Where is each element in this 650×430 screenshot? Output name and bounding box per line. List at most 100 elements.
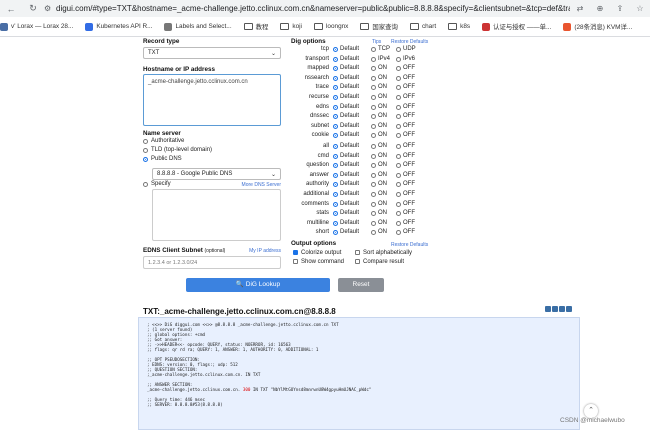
radio-icon[interactable]	[371, 85, 376, 91]
radio-icon[interactable]	[333, 220, 338, 226]
radio-icon[interactable]	[371, 220, 376, 226]
radio-icon[interactable]	[333, 163, 338, 169]
radio-icon[interactable]	[371, 172, 376, 178]
radio-icon[interactable]	[396, 211, 401, 217]
bookmark-item[interactable]: koji	[280, 23, 302, 30]
public-dns-select[interactable]: 8.8.8.8 - Google Public DNS ⌄	[152, 168, 281, 180]
nameserver-radio[interactable]: TLD (top-level domain)	[143, 147, 281, 153]
link-icon[interactable]	[552, 306, 558, 312]
radio-icon[interactable]	[333, 66, 338, 72]
tips-link[interactable]: Tips	[372, 39, 381, 45]
radio-icon[interactable]	[371, 66, 376, 72]
radio-icon[interactable]	[371, 211, 376, 217]
radio-icon[interactable]	[371, 114, 376, 120]
my-ip-link[interactable]: My IP address	[249, 248, 281, 254]
bookmark-item[interactable]: 国家查询	[360, 22, 398, 31]
radio-icon[interactable]	[371, 95, 376, 100]
address-input[interactable]: digui.com/#type=TXT&hostname=_acme-chall…	[56, 4, 570, 13]
output-restore-link[interactable]: Restore Defaults	[391, 242, 428, 248]
specify-dns-textarea[interactable]	[152, 189, 281, 241]
compare-checkbox[interactable]: Compare result	[355, 259, 404, 265]
radio-icon[interactable]	[371, 104, 376, 110]
bookmark-item[interactable]: k8s	[448, 23, 470, 30]
radio-icon[interactable]	[396, 172, 401, 178]
radio-icon[interactable]	[396, 220, 401, 226]
radio-icon[interactable]	[371, 133, 376, 139]
radio-icon[interactable]	[333, 114, 338, 120]
dig-lookup-button[interactable]: 🔍 DiG Lookup	[186, 278, 330, 292]
colorize-checkbox[interactable]: Colorize output	[293, 250, 341, 256]
radio-icon[interactable]	[333, 201, 338, 207]
print-icon[interactable]	[566, 306, 572, 312]
radio-icon[interactable]	[371, 47, 376, 52]
radio-icon[interactable]	[396, 230, 401, 236]
radio-icon[interactable]	[371, 75, 376, 81]
restore-defaults-link[interactable]: Restore Defaults	[391, 39, 428, 45]
radio-icon[interactable]	[371, 56, 376, 62]
translate-icon[interactable]: ⇄	[570, 4, 590, 13]
radio-icon[interactable]	[396, 182, 401, 188]
radio-icon[interactable]	[371, 123, 376, 129]
share-icon[interactable]: ⇪	[610, 4, 630, 13]
bookmark-item[interactable]: loongnx	[313, 23, 348, 30]
radio-icon[interactable]	[396, 144, 401, 149]
radio-icon[interactable]	[396, 95, 401, 100]
radio-icon[interactable]	[333, 75, 338, 81]
bookmark-item[interactable]: 认证与授权 ——单...	[482, 22, 551, 31]
radio-icon[interactable]	[333, 95, 338, 100]
radio-icon[interactable]	[333, 153, 338, 159]
radio-icon[interactable]	[396, 133, 401, 139]
radio-icon[interactable]	[371, 163, 376, 169]
back-icon[interactable]: ←	[0, 4, 22, 14]
radio-icon[interactable]	[396, 66, 401, 72]
copy-icon[interactable]	[545, 306, 551, 312]
more-dns-link[interactable]: More DNS Server	[242, 182, 281, 188]
radio-icon[interactable]	[396, 192, 401, 197]
radio-icon[interactable]	[396, 114, 401, 120]
bookmark-item[interactable]: Kubernetes API R...	[85, 22, 152, 31]
radio-icon[interactable]	[396, 47, 401, 52]
radio-icon[interactable]	[333, 85, 338, 91]
radio-icon[interactable]	[333, 47, 338, 52]
bookmark-item[interactable]: v' Lorax — Lorax 28...	[0, 22, 73, 31]
email-icon[interactable]	[559, 306, 565, 312]
radio-icon[interactable]	[333, 144, 338, 149]
reload-icon[interactable]: ↻	[22, 3, 44, 14]
radio-icon[interactable]	[333, 104, 338, 110]
radio-icon[interactable]	[333, 56, 338, 62]
radio-icon[interactable]	[333, 123, 338, 129]
specify-radio[interactable]: Specify	[143, 181, 171, 187]
reset-button[interactable]: Reset	[338, 278, 384, 292]
nameserver-radio[interactable]: Authoritative	[143, 138, 281, 144]
radio-icon[interactable]	[333, 172, 338, 178]
bookmark-item[interactable]: 教程	[243, 22, 268, 31]
radio-icon[interactable]	[396, 56, 401, 62]
site-info-icon[interactable]: ⚙	[44, 4, 56, 13]
radio-icon[interactable]	[371, 230, 376, 236]
radio-icon[interactable]	[371, 153, 376, 159]
radio-icon[interactable]	[396, 163, 401, 169]
radio-icon[interactable]	[396, 201, 401, 207]
nameserver-radio[interactable]: Public DNS	[143, 156, 281, 162]
radio-icon[interactable]	[333, 182, 338, 188]
scroll-top-icon[interactable]: ⌃	[584, 404, 598, 418]
hostname-input[interactable]: _acme-challenge.jetto.cclinux.com.cn	[143, 74, 281, 126]
bookmark-star-icon[interactable]: ☆	[630, 4, 650, 13]
radio-icon[interactable]	[333, 211, 338, 217]
radio-icon[interactable]	[371, 192, 376, 197]
bookmark-item[interactable]: Labels and Select...	[164, 22, 232, 31]
radio-icon[interactable]	[333, 133, 338, 139]
show-command-checkbox[interactable]: Show command	[293, 259, 344, 265]
zoom-icon[interactable]: ⊕	[590, 4, 610, 13]
radio-icon[interactable]	[333, 192, 338, 197]
radio-icon[interactable]	[371, 201, 376, 207]
sort-checkbox[interactable]: Sort alphabetically	[355, 250, 412, 256]
radio-icon[interactable]	[396, 104, 401, 110]
record-type-select[interactable]: TXT ⌄	[143, 47, 281, 59]
radio-icon[interactable]	[396, 123, 401, 129]
bookmark-item[interactable]: (28条消息) KVM详...	[563, 22, 632, 31]
edns-input[interactable]: 1.2.3.4 or 1.2.3.0/24	[143, 256, 281, 269]
radio-icon[interactable]	[371, 182, 376, 188]
bookmark-item[interactable]: chart	[409, 23, 436, 30]
radio-icon[interactable]	[371, 144, 376, 149]
